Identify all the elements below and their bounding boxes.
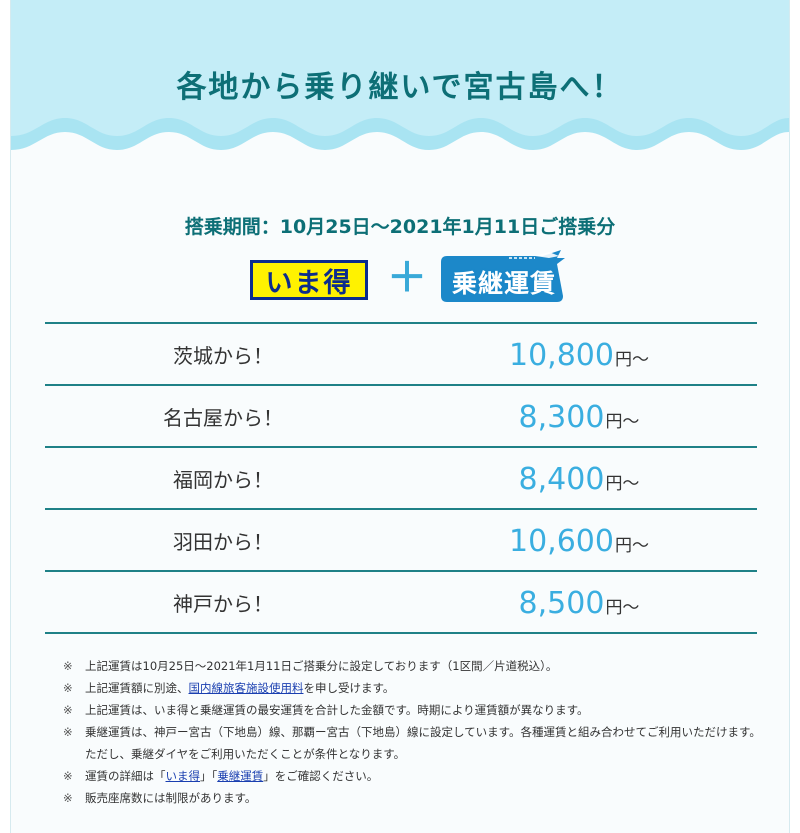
norikae-fare-link[interactable]: 乗継運賃 <box>217 769 263 783</box>
note-mark: ※ <box>63 681 73 695</box>
wave-banner: 各地から乗り継いで宮古島へ！ <box>11 0 789 170</box>
note-text: 上記運賃は、いま得と乗継運賃の最安運賃を合計した金額です。時期により運賃額が異な… <box>85 703 589 717</box>
fare-unit: 円～ <box>605 598 640 618</box>
fare-unit: 円～ <box>614 350 649 370</box>
fare-origin: 名古屋から！ <box>163 405 283 430</box>
note-mark: ※ <box>63 791 73 805</box>
note-text: 販売座席数には制限があります。 <box>85 791 257 805</box>
note-mark: ※ <box>63 725 73 739</box>
fare-row: 茨城から！ 10,800 円～ <box>45 324 757 386</box>
fare-amount: 10,600 <box>509 524 614 559</box>
note-text-part: 運賃の詳細は「 <box>85 769 166 783</box>
note-item: ※ 上記運賃は、いま得と乗継運賃の最安運賃を合計した金額です。時期により運賃額が… <box>63 699 763 721</box>
note-mark: ※ <box>63 659 73 673</box>
fare-price: 8,500 円～ <box>401 572 757 632</box>
fare-origin: 羽田から！ <box>173 529 273 554</box>
note-text-part: 」「 <box>200 769 218 783</box>
boarding-period: 搭乗期間：10月25日～2021年1月11日ご搭乗分 <box>184 216 616 238</box>
fare-price: 8,300 円～ <box>401 386 757 446</box>
banner-title: 各地から乗り継いで宮古島へ！ <box>176 70 624 105</box>
note-mark: ※ <box>63 769 73 783</box>
note-text: 運賃の詳細は「いま得」「乗継運賃」をご確認ください。 <box>85 765 763 787</box>
fare-row: 福岡から！ 8,400 円～ <box>45 448 757 510</box>
note-item: ※ 運賃の詳細は「いま得」「乗継運賃」をご確認ください。 <box>63 765 763 787</box>
note-text: 上記運賃額に別途、国内線旅客施設使用料を申し受けます。 <box>85 677 763 699</box>
fare-origin: 神戸から！ <box>173 591 273 616</box>
facility-fee-link[interactable]: 国内線旅客施設使用料 <box>189 681 304 695</box>
note-item: ※ 上記運賃は10月25日～2021年1月11日ご搭乗分に設定しております（1区… <box>63 655 763 677</box>
note-text-part: を申し受けます。 <box>303 681 395 695</box>
fare-origin: 福岡から！ <box>173 467 273 492</box>
fare-amount: 8,300 <box>518 400 605 435</box>
norikae-logo: 乗継運賃 <box>439 250 569 302</box>
fare-price: 10,600 円～ <box>401 510 757 570</box>
fare-unit: 円～ <box>614 536 649 556</box>
imatoku-logo: いま得 <box>250 260 368 300</box>
fare-row: 神戸から！ 8,500 円～ <box>45 572 757 634</box>
fare-price: 8,400 円～ <box>401 448 757 508</box>
note-item: ※ 上記運賃額に別途、国内線旅客施設使用料を申し受けます。 <box>63 677 763 699</box>
fare-logos: いま得 ＋ 乗継運賃 <box>241 248 571 306</box>
plus-icon: ＋ <box>387 255 427 301</box>
norikae-logo-text: 乗継運賃 <box>451 269 556 298</box>
note-item: ※ 販売座席数には制限があります。 <box>63 787 763 809</box>
note-mark: ※ <box>63 703 73 717</box>
note-text-part: 」をご確認ください。 <box>263 769 379 783</box>
imatoku-link[interactable]: いま得 <box>166 769 201 783</box>
fare-amount: 10,800 <box>509 338 614 373</box>
note-text-part: 上記運賃額に別途、 <box>85 681 189 695</box>
notes-list: ※ 上記運賃は10月25日～2021年1月11日ご搭乗分に設定しております（1区… <box>63 655 763 809</box>
fare-unit: 円～ <box>605 412 640 432</box>
fare-unit: 円～ <box>605 474 640 494</box>
note-item: ※ 乗継運賃は、神戸ー宮古（下地島）線、那覇ー宮古（下地島）線に設定しています。… <box>63 721 763 765</box>
fare-price: 10,800 円～ <box>401 324 757 384</box>
campaign-panel: 各地から乗り継いで宮古島へ！ 搭乗期間：10月25日～2021年1月11日ご搭乗… <box>10 0 790 833</box>
fare-amount: 8,400 <box>518 462 605 497</box>
fare-amount: 8,500 <box>518 586 605 621</box>
fare-row: 名古屋から！ 8,300 円～ <box>45 386 757 448</box>
fare-table: 茨城から！ 10,800 円～ 名古屋から！ 8,300 円～ 福岡から！ 8,… <box>45 322 757 634</box>
note-text: 乗継運賃は、神戸ー宮古（下地島）線、那覇ー宮古（下地島）線に設定しています。各種… <box>85 725 761 761</box>
fare-row: 羽田から！ 10,600 円～ <box>45 510 757 572</box>
note-text: 上記運賃は10月25日～2021年1月11日ご搭乗分に設定しております（1区間／… <box>85 659 558 673</box>
fare-origin: 茨城から！ <box>173 343 273 368</box>
